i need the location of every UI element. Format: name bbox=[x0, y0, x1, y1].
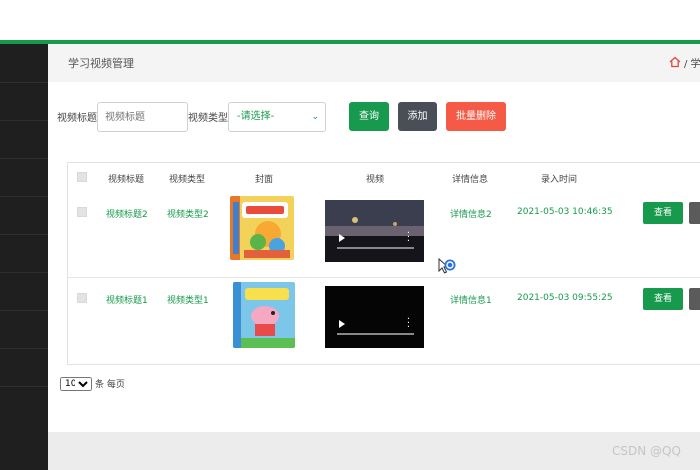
query-button[interactable]: 查询 bbox=[349, 102, 389, 131]
breadcrumb: 学习视频管理 / 学习 bbox=[48, 44, 700, 82]
column-header: 录入时间 bbox=[541, 175, 578, 185]
column-header: 详情信息 bbox=[452, 175, 489, 185]
column-header: 视频 bbox=[366, 175, 385, 185]
cover-image bbox=[233, 282, 295, 348]
watermark: CSDN @QQ bbox=[612, 444, 681, 458]
title-filter-label: 视频标题 bbox=[57, 113, 97, 124]
footer bbox=[48, 432, 700, 470]
row-checkbox[interactable] bbox=[77, 293, 87, 303]
sidebar-divider bbox=[0, 120, 48, 121]
cover-image bbox=[230, 196, 294, 260]
type-filter-label: 视频类型 bbox=[188, 113, 228, 124]
sidebar-divider bbox=[0, 272, 48, 273]
row-time: 2021-05-03 09:55:25 bbox=[517, 293, 613, 303]
select-all-checkbox[interactable] bbox=[77, 172, 87, 182]
pointer-cursor-icon bbox=[438, 257, 456, 274]
cover-art-icon bbox=[233, 282, 295, 348]
row-type: 视频类型1 bbox=[167, 296, 209, 306]
row-detail[interactable]: 详情信息2 bbox=[450, 207, 492, 220]
row-time: 2021-05-03 10:46:35 bbox=[517, 207, 613, 217]
view-button[interactable]: 查看 bbox=[643, 202, 683, 224]
home-icon[interactable] bbox=[669, 56, 681, 68]
play-icon[interactable] bbox=[339, 234, 345, 242]
sidebar-divider bbox=[0, 158, 48, 159]
chevron-down-icon: ⌄ bbox=[311, 112, 319, 122]
video-progress-track[interactable] bbox=[337, 247, 414, 249]
breadcrumb-path[interactable]: / 学习 bbox=[684, 55, 700, 70]
row-title[interactable]: 视频标题2 bbox=[106, 207, 148, 220]
sidebar-divider bbox=[0, 234, 48, 235]
sidebar bbox=[0, 44, 48, 470]
column-header: 视频类型 bbox=[169, 175, 206, 185]
page-title: 学习视频管理 bbox=[68, 57, 134, 70]
row-detail[interactable]: 详情信息1 bbox=[450, 293, 492, 306]
row-action-button[interactable] bbox=[689, 288, 700, 310]
type-select-value: -请选择- bbox=[237, 111, 275, 122]
sidebar-divider bbox=[0, 348, 48, 349]
page-size-suffix: 条 每页 bbox=[95, 380, 125, 390]
type-select[interactable]: -请选择- ⌄ bbox=[228, 102, 326, 132]
column-header: 视频标题 bbox=[108, 175, 145, 185]
row-action-button[interactable] bbox=[689, 202, 700, 224]
sidebar-divider bbox=[0, 196, 48, 197]
video-progress-track[interactable] bbox=[337, 333, 414, 335]
sidebar-divider bbox=[0, 386, 48, 387]
view-button[interactable]: 查看 bbox=[643, 288, 683, 310]
row-type: 视频类型2 bbox=[167, 210, 209, 220]
cover-art-icon bbox=[230, 196, 294, 260]
row-checkbox[interactable] bbox=[77, 207, 87, 217]
more-vert-icon[interactable]: · · · bbox=[407, 315, 410, 333]
add-button[interactable]: 添加 bbox=[398, 102, 437, 131]
row-title[interactable]: 视频标题1 bbox=[106, 293, 148, 306]
video-player[interactable]: · · · bbox=[325, 286, 424, 348]
sidebar-divider bbox=[0, 82, 48, 83]
title-search-input[interactable] bbox=[97, 102, 188, 132]
column-header: 封面 bbox=[255, 175, 274, 185]
play-icon[interactable] bbox=[339, 320, 345, 328]
app-root: 学习视频管理 / 学习 视频标题 视频类型 -请选择- ⌄ 查询 添加 批量删除… bbox=[0, 0, 700, 470]
sidebar-divider bbox=[0, 310, 48, 311]
more-vert-icon[interactable]: · · · bbox=[407, 229, 410, 247]
top-bar bbox=[0, 0, 700, 41]
pagination: 10 条 每页 bbox=[60, 377, 125, 391]
batch-delete-button[interactable]: 批量删除 bbox=[446, 102, 506, 131]
page-size-select[interactable]: 10 bbox=[60, 377, 92, 391]
video-player[interactable]: · · · bbox=[325, 200, 424, 262]
row-divider bbox=[67, 277, 700, 278]
